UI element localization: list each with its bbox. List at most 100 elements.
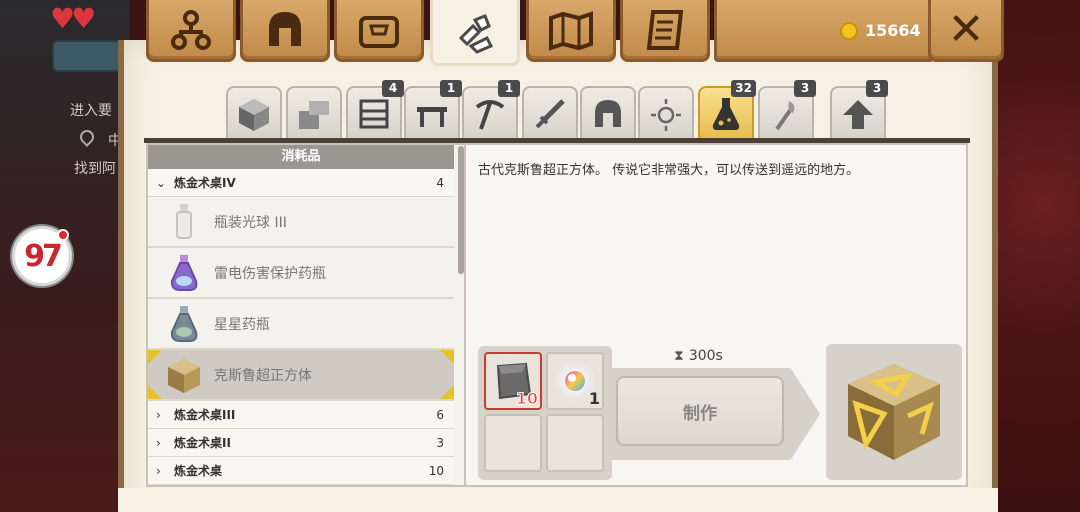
item-description: 古代克斯鲁超正方体。 传说它非常强大，可以传送到遥远的地方。 xyxy=(478,163,860,178)
recipe-group-collapsed[interactable]: › 炼金术桌III 6 xyxy=(148,401,454,429)
tab-inventory[interactable] xyxy=(334,0,424,62)
recipe-group-expanded[interactable]: ⌄ 炼金术桌IV 4 xyxy=(148,169,454,197)
coin-icon xyxy=(840,22,858,40)
selection-corner-icon xyxy=(148,350,162,364)
ingredient-slot[interactable]: 1 xyxy=(546,352,604,410)
recipe-item-name: 雷电伤害保护药瓶 xyxy=(214,265,326,282)
category-badge: 1 xyxy=(498,80,520,97)
recipe-group-collapsed[interactable]: › 炼金术桌 10 xyxy=(148,457,454,485)
helmet-icon xyxy=(269,11,301,46)
tab-armor[interactable] xyxy=(240,0,330,62)
sparkle-icon xyxy=(651,99,681,131)
recipe-item[interactable]: 雷电伤害保护药瓶 xyxy=(148,248,454,299)
category-badge: 32 xyxy=(731,80,756,97)
potion-flask-icon xyxy=(712,98,740,130)
recipe-item-name: 克斯鲁超正方体 xyxy=(214,367,312,384)
torch-icon xyxy=(775,101,795,131)
star-potion-icon xyxy=(164,304,204,344)
category-tab-armor[interactable] xyxy=(580,86,636,142)
close-icon: ✕ xyxy=(947,3,985,55)
selection-corner-icon xyxy=(440,385,454,399)
category-badge: 1 xyxy=(440,80,462,97)
backpack-icon xyxy=(359,15,399,48)
crafting-hands-icon xyxy=(458,13,494,54)
app-logo-button[interactable]: 97 xyxy=(12,226,72,286)
group-count: 3 xyxy=(436,435,444,450)
chevron-right-icon: › xyxy=(156,463,161,478)
category-tab-tools[interactable]: 1 xyxy=(462,80,520,142)
chevron-right-icon: › xyxy=(156,435,161,450)
recipe-item[interactable]: 星星药瓶 xyxy=(148,299,454,350)
pickaxe-icon xyxy=(475,100,505,130)
sword-icon xyxy=(535,99,565,129)
selection-corner-icon xyxy=(148,385,162,399)
category-tab-consumables[interactable]: 32 xyxy=(698,80,756,142)
tesseract-cube-icon xyxy=(164,355,204,395)
category-tab-weapons[interactable] xyxy=(522,86,578,142)
group-count: 4 xyxy=(436,175,444,190)
lightning-potion-icon xyxy=(164,253,204,293)
map-icon xyxy=(549,10,593,51)
category-tab-tables[interactable]: 1 xyxy=(404,80,462,142)
group-name: 炼金术桌IV xyxy=(174,176,236,190)
hourglass-icon: ⧗ xyxy=(674,348,684,364)
health-hearts-icon: ♥♥ xyxy=(50,2,96,35)
group-name: 炼金术桌III xyxy=(174,408,236,422)
recipe-item-name: 星星药瓶 xyxy=(214,316,270,333)
tab-skills[interactable] xyxy=(146,0,236,62)
category-tab-building[interactable] xyxy=(286,86,342,142)
recipe-item[interactable]: 瓶装光球 III xyxy=(148,197,454,248)
category-tab-magic[interactable] xyxy=(638,86,694,142)
recipe-item-name: 瓶装光球 III xyxy=(214,214,287,231)
craft-timer: ⧗ 300s xyxy=(674,348,723,364)
recipe-item-selected[interactable]: 克斯鲁超正方体 xyxy=(148,350,454,401)
close-button[interactable]: ✕ xyxy=(928,0,1004,62)
block-icon xyxy=(239,99,269,131)
ingredient-slot[interactable]: 10 xyxy=(484,352,542,410)
craft-time: 300s xyxy=(688,348,723,364)
category-badge: 3 xyxy=(866,80,888,97)
top-navigation-bar: 15664 ✕ xyxy=(108,0,1008,66)
table-icon xyxy=(417,107,447,127)
skill-tree-icon xyxy=(171,9,211,50)
stone-bricks-icon xyxy=(299,101,329,129)
tab-crafting[interactable] xyxy=(430,0,520,66)
game-background-right xyxy=(990,0,1080,512)
furniture-shelf-icon xyxy=(359,99,389,129)
list-header: 消耗品 xyxy=(148,145,454,169)
selection-corner-icon xyxy=(440,350,454,364)
craft-button-label: 制作 xyxy=(683,403,717,424)
recipe-group-collapsed[interactable]: › 炼金术桌II 3 xyxy=(148,429,454,457)
ingredient-slot-empty[interactable] xyxy=(484,414,542,472)
group-name: 炼金术桌 xyxy=(174,464,223,478)
bottled-light-icon xyxy=(164,202,204,242)
category-tab-furniture[interactable]: 4 xyxy=(346,80,404,142)
scroll-icon xyxy=(646,9,684,50)
helmet-icon xyxy=(595,100,621,127)
category-tab-blocks[interactable] xyxy=(226,86,282,142)
coin-count: 15664 xyxy=(865,21,921,40)
panel-bottom xyxy=(118,488,998,512)
category-badge: 3 xyxy=(794,80,816,97)
category-badge: 4 xyxy=(382,80,404,97)
ingredient-count: 1 xyxy=(588,389,600,408)
recipe-list: 消耗品 ⌄ 炼金术桌IV 4 瓶装光球 III 雷电伤害保护药瓶 星星药瓶 克斯… xyxy=(146,143,466,487)
notification-dot-icon xyxy=(57,229,69,241)
category-tab-upgrades[interactable]: 3 xyxy=(830,80,888,142)
craft-result xyxy=(826,344,962,480)
ingredient-slot-empty[interactable] xyxy=(546,414,604,472)
app-logo-icon: 97 xyxy=(24,238,63,274)
currency-bar: 15664 xyxy=(714,0,934,62)
background-hud-text: 找到阿 xyxy=(74,161,116,177)
group-count: 10 xyxy=(428,463,444,478)
tab-map[interactable] xyxy=(526,0,616,62)
group-count: 6 xyxy=(436,407,444,422)
ingredient-slots: 10 1 xyxy=(478,346,612,480)
craft-button[interactable]: 制作 xyxy=(616,376,784,446)
list-scrollbar[interactable] xyxy=(458,146,464,274)
category-tab-lighting[interactable]: 3 xyxy=(758,80,816,142)
background-hud-text: 进入要 xyxy=(70,103,112,119)
tab-quests[interactable] xyxy=(620,0,710,62)
upgrade-arrow-icon xyxy=(843,100,873,129)
crafting-area: 10 1 ⧗ 300s 制作 xyxy=(478,344,962,480)
